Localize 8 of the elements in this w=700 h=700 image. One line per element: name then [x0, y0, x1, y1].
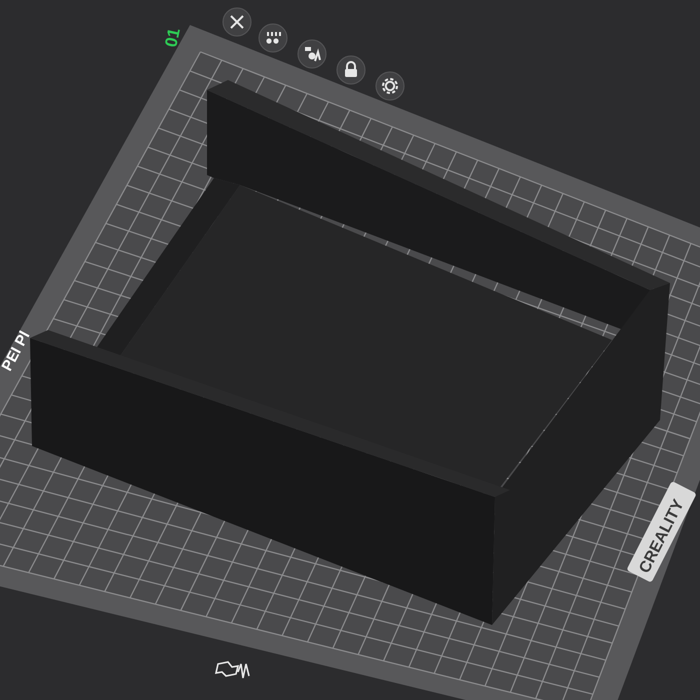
shapes-icon[interactable] [298, 40, 326, 68]
settings-icon[interactable] [376, 72, 404, 100]
plate-number: 01 [161, 26, 184, 49]
logo-icon [215, 661, 250, 679]
plate-type-label: PEI Pl [0, 328, 34, 374]
dots-icon[interactable] [258, 24, 288, 52]
lock-icon[interactable] [336, 56, 366, 84]
close-icon[interactable] [222, 8, 252, 36]
